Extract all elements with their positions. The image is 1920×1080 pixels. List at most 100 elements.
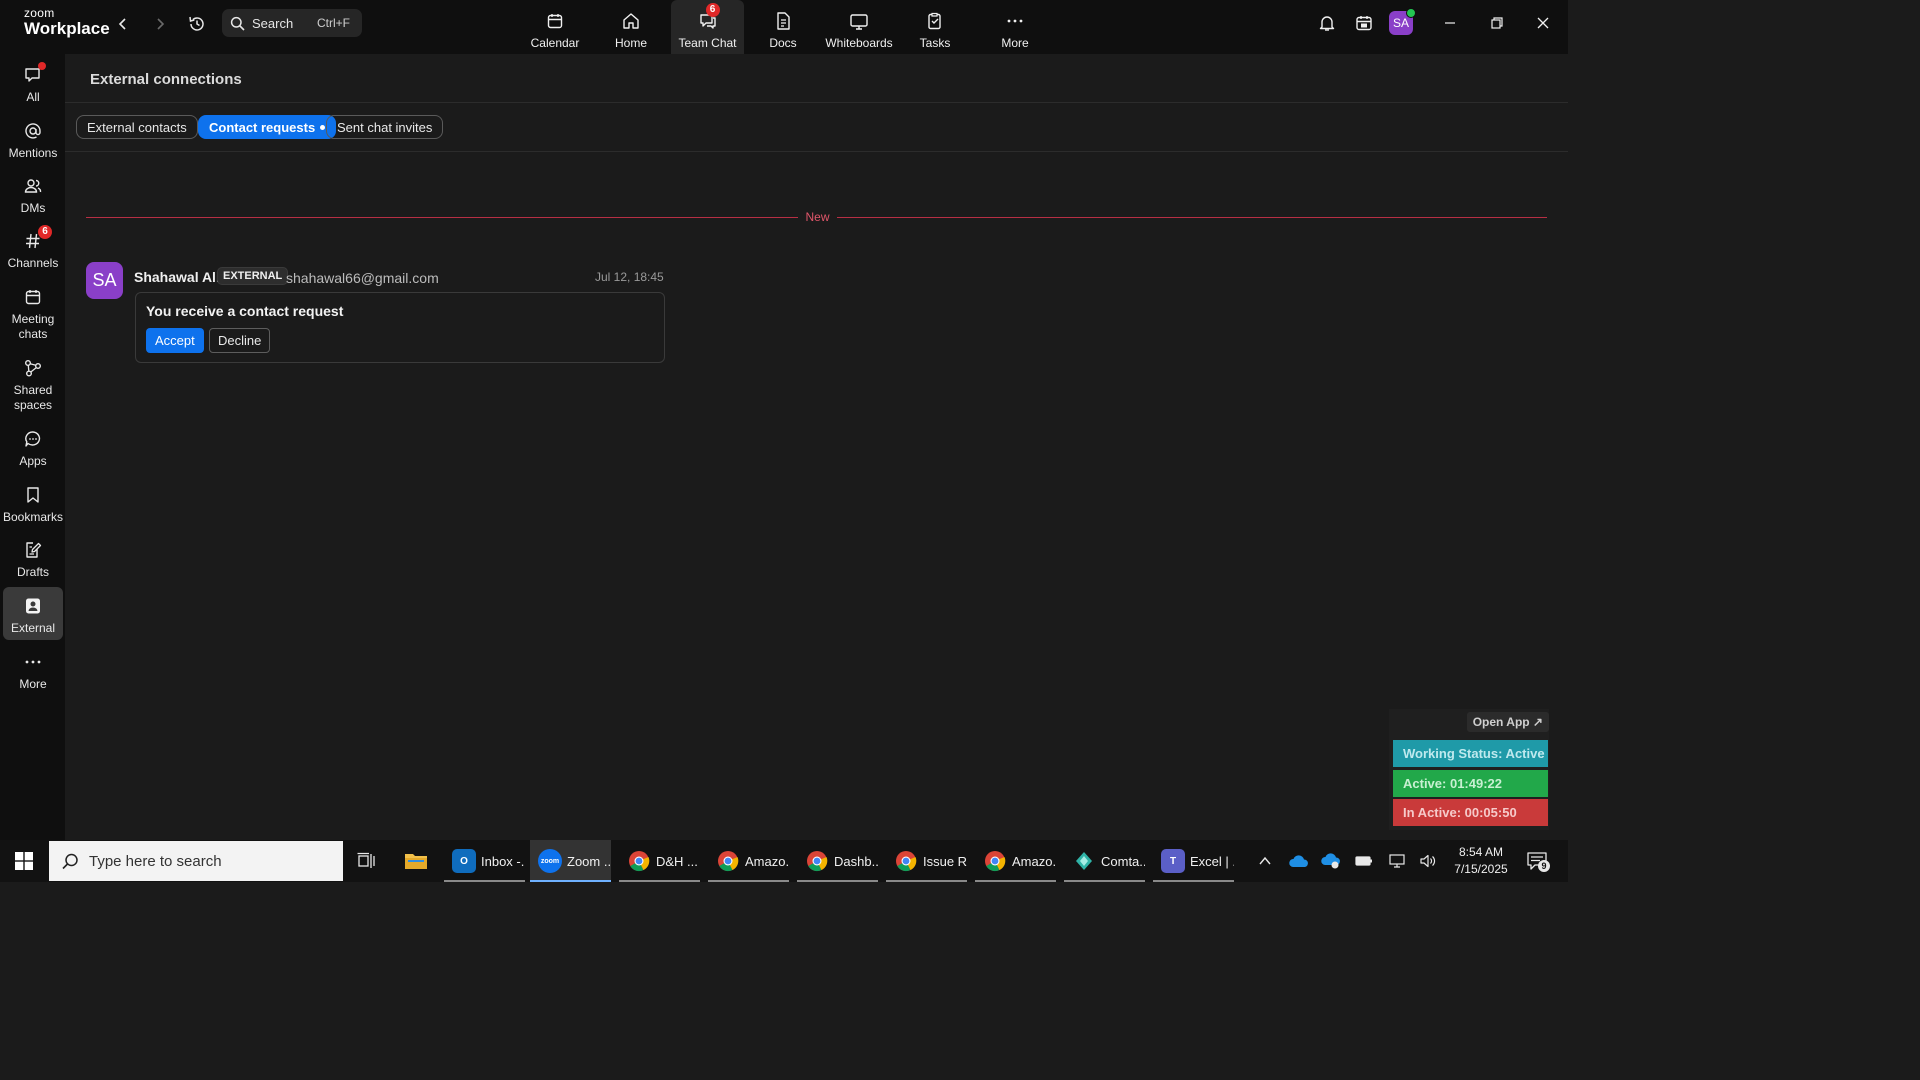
new-divider-label: New [805, 210, 830, 224]
taskbar-app-zoom[interactable]: zoom Zoom ... [530, 840, 611, 882]
avatar[interactable]: SA [86, 262, 123, 299]
tab-team-chat[interactable]: 6 Team Chat [671, 0, 744, 54]
whiteboard-icon [849, 11, 869, 31]
sidebar-item-label-line-1: Shared [13, 383, 53, 397]
tab-docs[interactable]: Docs [760, 0, 806, 54]
sidebar-item-apps[interactable]: Apps [3, 420, 63, 472]
sidebar-item-drafts[interactable]: Drafts [3, 531, 63, 583]
sidebar-item-shared-spaces[interactable]: Shared spaces [3, 349, 63, 417]
tab-whiteboards[interactable]: Whiteboards [821, 0, 897, 54]
contact-request-card: You receive a contact request Accept Dec… [135, 292, 665, 363]
task-view-icon [357, 852, 375, 868]
running-indicator [619, 880, 700, 882]
tab-sent-chat-invites[interactable]: Sent chat invites [326, 115, 444, 139]
zoom-icon: zoom [538, 849, 562, 873]
sidebar-item-bookmarks[interactable]: Bookmarks [3, 476, 63, 528]
taskbar-app-chrome-amazon[interactable]: Amazo... [708, 840, 789, 882]
sidebar-item-label: Apps [19, 454, 47, 468]
onedrive-tray-button[interactable] [1286, 840, 1312, 882]
contact-card-icon [23, 595, 43, 617]
sender-name[interactable]: Shahawal Ali [134, 269, 220, 285]
volume-tray-button[interactable] [1415, 840, 1441, 882]
start-button[interactable] [0, 840, 48, 882]
sidebar-item-mentions[interactable]: Mentions [3, 112, 63, 164]
sidebar-item-dms[interactable]: DMs [3, 167, 63, 219]
taskbar-app-chrome-dh[interactable]: D&H ... [619, 840, 700, 882]
sidebar-item-label: Bookmarks [2, 510, 64, 524]
sidebar-item-label-line-2: spaces [13, 398, 52, 412]
show-hidden-icons-button[interactable] [1253, 840, 1277, 882]
battery-tray-button[interactable] [1351, 840, 1377, 882]
request-title: You receive a contact request [146, 303, 344, 319]
tab-tasks[interactable]: Tasks [912, 0, 958, 54]
back-button[interactable] [112, 13, 134, 35]
tab-contact-requests[interactable]: Contact requests [198, 115, 337, 139]
taskbar-app-chrome-issue[interactable]: Issue R... [886, 840, 967, 882]
tab-more[interactable]: More [992, 0, 1038, 54]
comta-icon [1072, 849, 1096, 873]
tab-external-contacts[interactable]: External contacts [76, 115, 198, 139]
taskbar-app-label: Inbox -... [481, 853, 525, 869]
network-tray-button[interactable] [1384, 840, 1410, 882]
avatar[interactable]: SA [1389, 8, 1416, 35]
restore-icon [1491, 17, 1503, 29]
tasks-icon [925, 11, 945, 31]
taskbar-app-label: Excel | ... [1190, 853, 1234, 869]
battery-icon [1355, 856, 1372, 866]
sidebar-item-channels[interactable]: 6 Channels [3, 222, 63, 274]
bookmark-icon [23, 484, 43, 506]
calendar-icon [1356, 16, 1372, 31]
taskbar-search-placeholder: Type here to search [89, 853, 222, 870]
running-indicator [444, 880, 525, 882]
tab-label: Sent chat invites [337, 119, 433, 135]
share-icon [23, 357, 43, 379]
sidebar-item-all[interactable]: All [3, 56, 63, 108]
message-timestamp: Jul 12, 18:45 [595, 270, 664, 284]
taskbar-app-teams-excel[interactable]: T Excel | ... [1153, 840, 1234, 882]
minimize-button[interactable] [1436, 12, 1464, 34]
accept-button[interactable]: Accept [146, 328, 204, 353]
tab-home[interactable]: Home [604, 0, 658, 54]
onedrive-icon [1289, 855, 1308, 867]
main-panel: External connections External contacts C… [65, 54, 1568, 840]
task-view-button[interactable] [352, 840, 382, 882]
taskbar-app-outlook[interactable]: O Inbox -... [444, 840, 525, 882]
sidebar-item-label: External [10, 621, 56, 635]
sidebar-item-label: DMs [20, 201, 46, 215]
file-explorer-button[interactable] [400, 840, 432, 882]
sidebar-item-more[interactable]: More [3, 643, 63, 695]
sidebar-item-meeting-chats[interactable]: Meeting chats [3, 278, 63, 346]
taskbar-app-chrome-amazon-2[interactable]: Amazo... [975, 840, 1056, 882]
taskbar-app-comta[interactable]: Comta... [1064, 840, 1145, 882]
onedrive-sync-tray-button[interactable] [1318, 840, 1344, 882]
minimize-icon [1445, 22, 1455, 24]
notification-center-button[interactable]: 9 [1521, 840, 1553, 882]
bell-icon [1319, 16, 1335, 31]
teams-icon: T [1161, 849, 1185, 873]
divider [65, 151, 1568, 152]
drafts-icon [23, 539, 43, 561]
folder-icon [405, 854, 427, 869]
notifications-button[interactable] [1313, 12, 1341, 34]
search-shortcut: Ctrl+F [317, 16, 350, 30]
decline-button[interactable]: Decline [209, 328, 271, 353]
calendar-shortcut-button[interactable] [1350, 12, 1378, 34]
tab-label: Calendar [530, 36, 580, 50]
restore-button[interactable] [1483, 12, 1511, 34]
tab-label: External contacts [87, 119, 187, 135]
chrome-icon [716, 849, 740, 873]
forward-button[interactable] [149, 13, 171, 35]
running-indicator [797, 880, 878, 882]
history-button[interactable] [186, 13, 208, 35]
open-app-button[interactable]: Open App ↗ [1466, 712, 1549, 732]
search-box[interactable]: Search Ctrl+F [222, 9, 362, 37]
close-button[interactable] [1529, 12, 1557, 34]
tab-calendar[interactable]: Calendar [525, 0, 585, 54]
unread-dot [38, 62, 46, 70]
logo-top-text: zoom [24, 6, 55, 20]
system-clock[interactable]: 8:54 AM 7/15/2025 [1446, 844, 1516, 878]
sidebar-item-external[interactable]: External [3, 587, 63, 640]
taskbar-search-input[interactable]: Type here to search [49, 841, 343, 881]
taskbar-app-chrome-dashboard[interactable]: Dashb... [797, 840, 878, 882]
apps-icon [23, 428, 43, 450]
